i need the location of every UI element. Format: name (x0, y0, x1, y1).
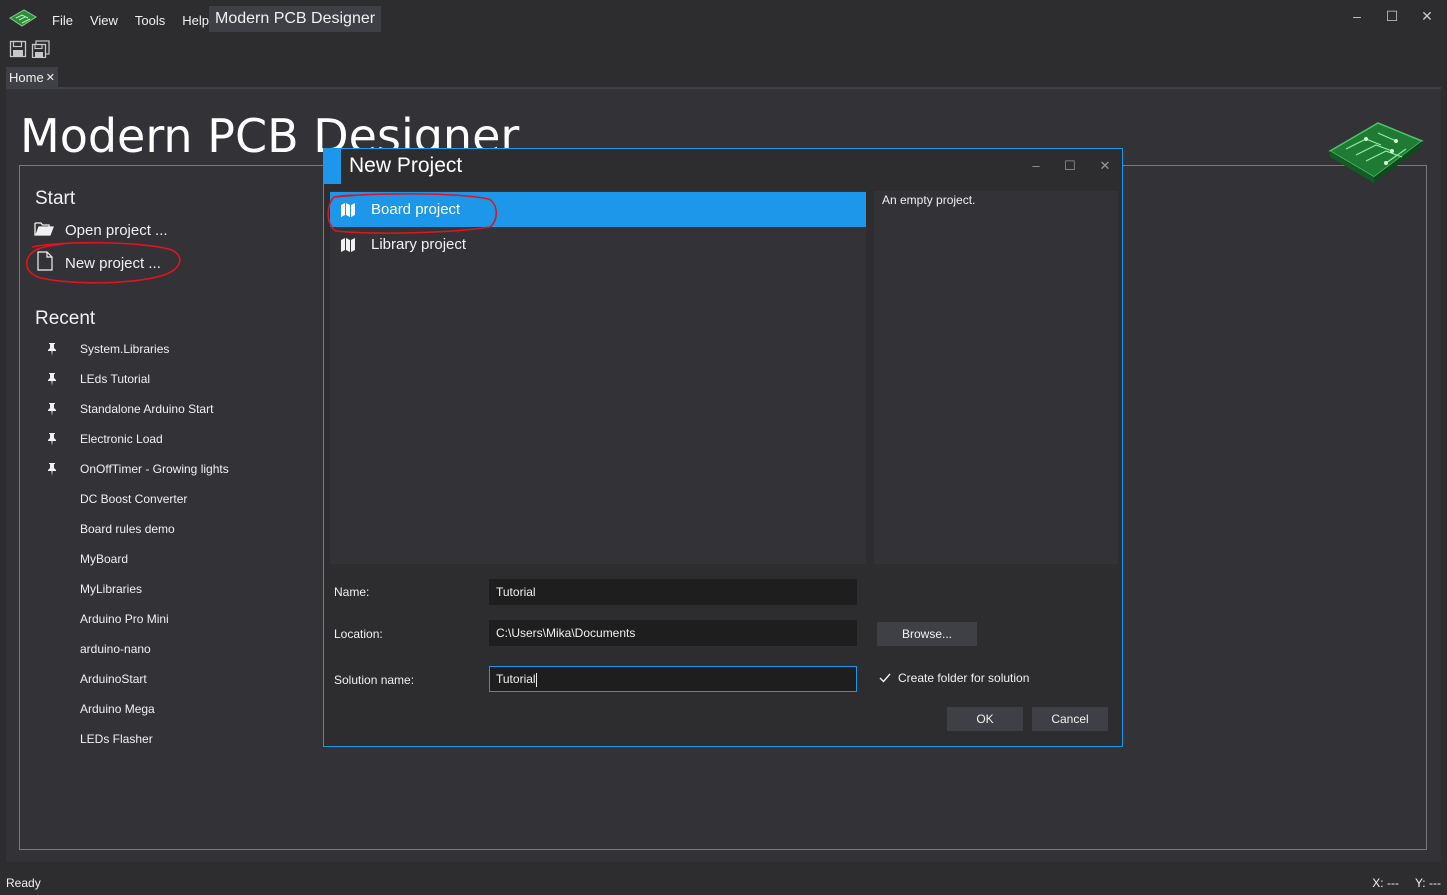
template-description: An empty project. (882, 193, 976, 207)
recent-item[interactable]: arduino-nano (44, 634, 229, 664)
pin-icon[interactable] (44, 342, 60, 356)
name-label: Name: (334, 585, 370, 599)
maximize-button[interactable]: ☐ (1377, 8, 1407, 25)
start-heading: Start (35, 188, 76, 209)
title-bar: File View Tools Help Modern PCB Designer… (0, 0, 1447, 36)
recent-item-label: DC Boost Converter (80, 492, 188, 506)
y-label: Y: (1414, 876, 1426, 890)
open-project-link[interactable]: Open project ... (34, 220, 168, 241)
template-board-project[interactable]: Board project (330, 192, 866, 227)
close-button[interactable]: ✕ (1412, 8, 1442, 25)
pin-icon[interactable] (44, 372, 60, 386)
dialog-title: New Project (349, 154, 463, 177)
map-icon (340, 202, 356, 218)
pin-icon[interactable] (44, 402, 60, 416)
recent-item-label: LEDs Flasher (80, 732, 153, 746)
recent-item-label: ArduinoStart (80, 672, 147, 686)
recent-item[interactable]: LEDs Flasher (44, 724, 229, 754)
recent-item[interactable]: System.Libraries (44, 334, 229, 364)
tab-close-icon[interactable]: ✕ (46, 67, 55, 89)
ok-button[interactable]: OK (947, 707, 1023, 731)
recent-list: System.Libraries LEds Tutorial Standalone … (44, 334, 229, 754)
menu-tools[interactable]: Tools (135, 13, 174, 28)
document-tabs: Home ✕ (6, 65, 1441, 89)
name-field[interactable]: Tutorial (489, 579, 857, 605)
recent-item[interactable]: DC Boost Converter (44, 484, 229, 514)
recent-item-label: Board rules demo (80, 522, 175, 536)
recent-item[interactable]: OnOffTimer - Growing lights (44, 454, 229, 484)
template-library-project[interactable]: Library project (330, 227, 866, 262)
minimize-button[interactable]: – (1342, 8, 1372, 24)
solution-name-field[interactable]: Tutorial (489, 666, 857, 692)
status-bar: Ready X: --- Y: --- (0, 872, 1447, 895)
save-all-icon[interactable] (31, 39, 51, 59)
recent-item[interactable]: LEds Tutorial (44, 364, 229, 394)
cancel-button[interactable]: Cancel (1032, 707, 1108, 731)
text-cursor (535, 672, 537, 687)
create-folder-checkbox[interactable]: Create folder for solution (878, 671, 1029, 685)
recent-item[interactable]: Arduino Pro Mini (44, 604, 229, 634)
solution-name-label: Solution name: (334, 673, 415, 687)
template-list: Board project Library project (330, 191, 866, 564)
recent-item[interactable]: ArduinoStart (44, 664, 229, 694)
recent-item-label: Standalone Arduino Start (80, 402, 214, 416)
save-icon[interactable] (8, 39, 28, 59)
template-label: Library project (371, 236, 467, 253)
x-label: X: (1372, 876, 1384, 890)
cursor-coordinates: X: --- Y: --- (1372, 876, 1441, 890)
recent-item[interactable]: MyBoard (44, 544, 229, 574)
open-project-label: Open project ... (65, 222, 168, 239)
checkmark-icon (878, 671, 892, 685)
template-description-panel: An empty project. (874, 191, 1118, 564)
recent-item[interactable]: Arduino Mega (44, 694, 229, 724)
solution-name-value: Tutorial (496, 672, 536, 686)
create-folder-label: Create folder for solution (898, 671, 1030, 685)
location-field[interactable]: C:\Users\Mika\Documents (489, 620, 857, 646)
new-project-link[interactable]: New project ... (35, 251, 161, 275)
location-label: Location: (334, 627, 383, 641)
pcb-app-icon[interactable] (8, 8, 38, 28)
dialog-maximize-button[interactable]: ☐ (1060, 158, 1080, 174)
map-icon (340, 237, 356, 253)
recent-item-label: Arduino Pro Mini (80, 612, 169, 626)
status-text: Ready (6, 876, 41, 890)
template-label: Board project (371, 201, 461, 218)
dialog-accent-bar (324, 149, 341, 184)
recent-item-label: OnOffTimer - Growing lights (80, 462, 229, 476)
dialog-minimize-button[interactable]: – (1026, 158, 1046, 173)
x-value: --- (1386, 876, 1399, 890)
pin-icon[interactable] (44, 462, 60, 476)
recent-item[interactable]: Board rules demo (44, 514, 229, 544)
window-title: Modern PCB Designer (209, 6, 382, 32)
recent-item-label: System.Libraries (80, 342, 170, 356)
tab-home-label: Home (9, 70, 44, 85)
new-file-icon (35, 251, 55, 275)
menu-view[interactable]: View (90, 13, 127, 28)
browse-button[interactable]: Browse... (877, 622, 977, 646)
pcb-board-icon (1326, 119, 1426, 189)
recent-heading: Recent (35, 308, 96, 329)
folder-open-icon (34, 220, 55, 241)
recent-item-label: LEds Tutorial (80, 372, 151, 386)
recent-item[interactable]: Electronic Load (44, 424, 229, 454)
tab-home[interactable]: Home ✕ (6, 67, 58, 89)
menu-file[interactable]: File (52, 13, 82, 28)
recent-item-label: Arduino Mega (80, 702, 155, 716)
y-value: --- (1429, 876, 1441, 890)
recent-item-label: Electronic Load (80, 432, 163, 446)
recent-item[interactable]: MyLibraries (44, 574, 229, 604)
dialog-close-button[interactable]: ✕ (1095, 158, 1115, 174)
recent-item[interactable]: Standalone Arduino Start (44, 394, 229, 424)
toolbar (0, 36, 1447, 62)
pin-icon[interactable] (44, 432, 60, 446)
new-project-label: New project ... (65, 254, 161, 272)
recent-item-label: arduino-nano (80, 642, 151, 656)
recent-item-label: MyLibraries (80, 582, 143, 596)
recent-item-label: MyBoard (80, 552, 129, 566)
new-project-dialog: New Project – ☐ ✕ Board project Library … (323, 148, 1123, 747)
menu-bar: File View Tools Help (52, 13, 226, 28)
